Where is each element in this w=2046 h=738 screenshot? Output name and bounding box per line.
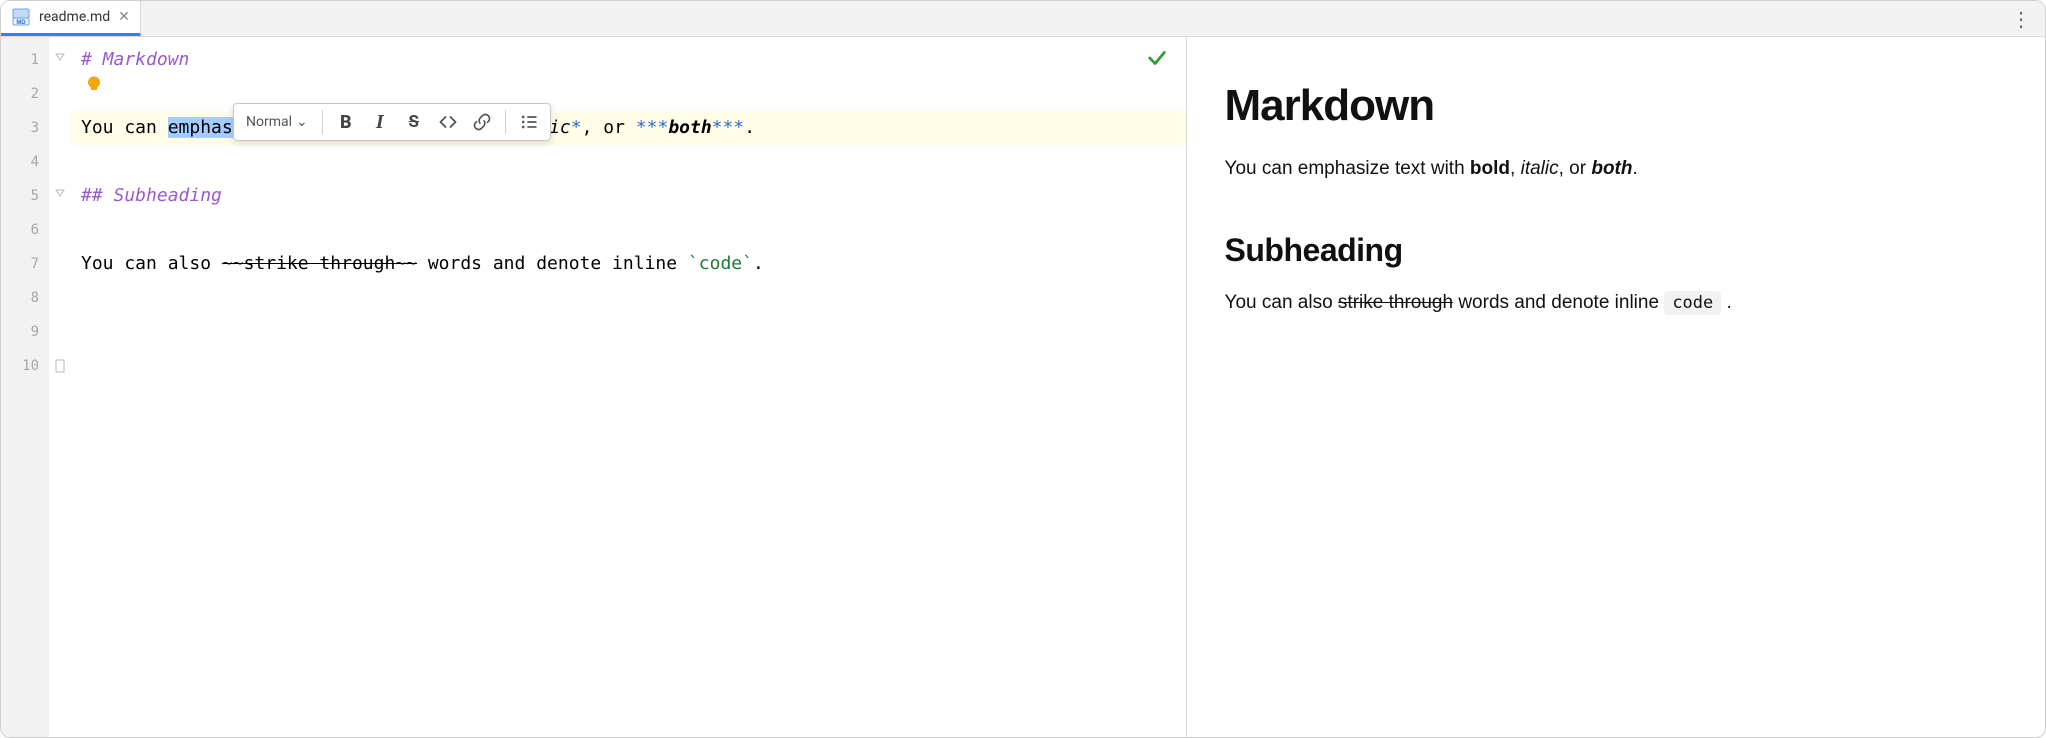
fold-handle-icon[interactable]	[49, 179, 70, 213]
codeblock-button[interactable]	[433, 107, 463, 137]
list-button[interactable]	[514, 107, 544, 137]
code-line[interactable]	[81, 281, 1178, 315]
link-button[interactable]	[467, 107, 497, 137]
preview-pane: Markdown You can emphasize text with bol…	[1187, 37, 2045, 737]
markdown-file-icon: MD	[11, 7, 31, 27]
paragraph-style-dropdown[interactable]: Normal ⌄	[240, 107, 314, 137]
main-split: 1 2 3 4 5 6 7 8 9 10	[1, 37, 2045, 737]
bold-button[interactable]: B	[331, 107, 361, 137]
svg-text:MD: MD	[16, 20, 26, 26]
preview-paragraph: You can also strike through words and de…	[1225, 289, 2007, 318]
chevron-down-icon: ⌄	[296, 114, 308, 130]
separator	[505, 110, 506, 134]
line-number: 4	[1, 145, 49, 179]
preview-h1: Markdown	[1225, 81, 2007, 131]
line-number: 8	[1, 281, 49, 315]
line-number: 5	[1, 179, 49, 213]
code-line[interactable]: ## Subheading	[81, 179, 1178, 213]
line-number: 3	[1, 111, 49, 145]
preview-paragraph: You can emphasize text with bold, italic…	[1225, 155, 2007, 184]
ide-window: MD readme.md ✕ ⋮ 1 2 3 4 5 6 7 8 9 10	[0, 0, 2046, 738]
code-line[interactable]	[81, 315, 1178, 349]
line-number: 10	[1, 349, 49, 383]
code-line[interactable]: # Markdown	[81, 43, 1178, 77]
check-icon[interactable]	[1146, 47, 1168, 75]
tab-readme[interactable]: MD readme.md ✕	[1, 1, 141, 36]
lightbulb-icon[interactable]	[85, 75, 103, 98]
line-number: 2	[1, 77, 49, 111]
kebab-menu-icon[interactable]: ⋮	[1997, 1, 2045, 36]
editor-pane: 1 2 3 4 5 6 7 8 9 10	[1, 37, 1187, 737]
separator	[322, 110, 323, 134]
close-icon[interactable]: ✕	[118, 9, 130, 25]
preview-h2: Subheading	[1225, 232, 2007, 269]
fold-handle-icon[interactable]	[49, 349, 70, 383]
gutter: 1 2 3 4 5 6 7 8 9 10	[1, 37, 49, 737]
code-line[interactable]	[81, 349, 1178, 383]
line-number: 1	[1, 43, 49, 77]
line-number: 6	[1, 213, 49, 247]
floating-toolbar: Normal ⌄ B I S	[233, 103, 551, 141]
code-line[interactable]	[81, 145, 1178, 179]
fold-handle-icon[interactable]	[49, 43, 70, 77]
tabbar: MD readme.md ✕ ⋮	[1, 1, 2045, 37]
code-area[interactable]: # Markdown You can emphasize text with *…	[71, 37, 1186, 737]
code-line[interactable]	[81, 213, 1178, 247]
fold-column	[49, 37, 71, 737]
italic-button[interactable]: I	[365, 107, 395, 137]
line-number: 9	[1, 315, 49, 349]
tab-filename: readme.md	[39, 9, 110, 25]
code-line[interactable]: You can also ~~strike through~~ words an…	[81, 247, 1178, 281]
line-number: 7	[1, 247, 49, 281]
strikethrough-button[interactable]: S	[399, 107, 429, 137]
